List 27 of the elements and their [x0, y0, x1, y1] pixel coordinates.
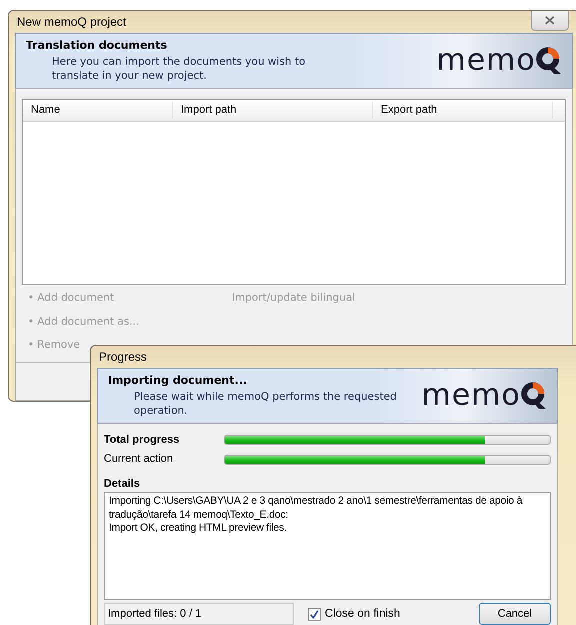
progress-label: Current action — [104, 452, 174, 468]
action-link: Import/update bilingual — [232, 290, 356, 306]
logo-text: memo — [436, 42, 536, 80]
close-icon — [545, 16, 555, 25]
header-description: Please wait while memoQ performs the requested operation. — [133, 390, 398, 419]
header-title: Importing document... — [108, 373, 248, 389]
column-header[interactable]: Name — [23, 102, 173, 119]
checkbox[interactable] — [308, 608, 321, 621]
header-description: Here you can import the documents you wish to translate in your new project. — [51, 54, 307, 84]
action-link: • Remove — [28, 338, 82, 354]
close-button[interactable] — [531, 11, 569, 31]
progress-label: Total progress — [104, 432, 181, 448]
column-header[interactable]: Export path — [373, 102, 553, 119]
details-label: Details — [104, 476, 142, 492]
logo-ring-icon — [536, 46, 562, 75]
column-header[interactable]: Import path — [173, 102, 373, 119]
window-title: Progress — [98, 349, 148, 366]
status-field: Imported files: 0 / 1 — [104, 603, 294, 625]
logo-ring-icon — [521, 382, 547, 410]
action-link: • Add document — [28, 290, 116, 306]
window-title: New memoQ project — [16, 14, 126, 31]
details-log: Importing C:\Users\GABY\UA 2 e 3 qano\mestrado 2 ano\1 semestre\ferramentas de apoio à tradução\tarefa 14 memoq\Texto_E.doc: Import OK, creating HTML preview files. — [104, 492, 551, 600]
cancel-button[interactable]: Cancel — [479, 603, 551, 625]
header-title: Translation documents — [26, 38, 168, 54]
checkbox-label: Close on finish — [325, 606, 400, 622]
action-link: • Add document as... — [28, 314, 140, 330]
logo-text: memo — [422, 377, 521, 416]
